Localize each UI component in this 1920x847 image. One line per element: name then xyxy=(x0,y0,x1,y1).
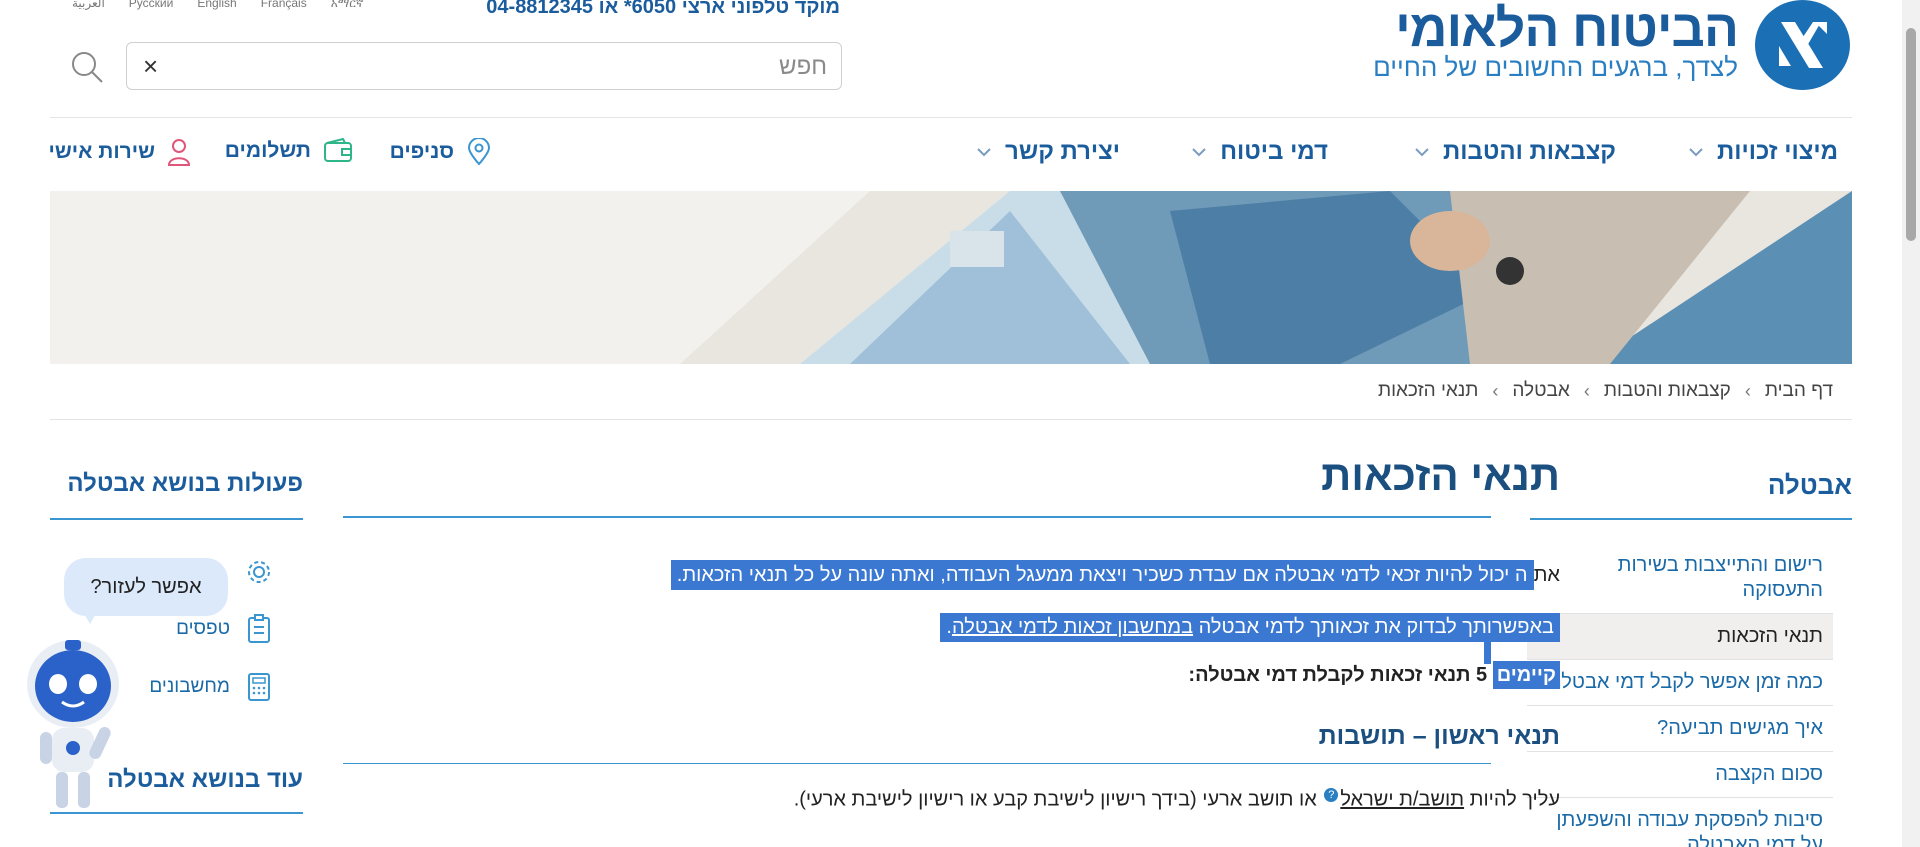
sidebar-title[interactable]: אבטלה xyxy=(1768,470,1852,501)
residency-paragraph: עליך להיות תושב/ת ישראל? או תושב ארעי (ב… xyxy=(794,788,1560,812)
nav-branches[interactable]: סניפים xyxy=(390,138,492,166)
gear-icon xyxy=(248,561,270,583)
nav-payments[interactable]: תשלומים xyxy=(225,138,353,164)
logo-subtitle: לצדך, ברגעים החשובים של החיים xyxy=(1373,52,1738,82)
nav-benefits-label: קצבאות והטבות xyxy=(1443,138,1616,165)
actions-item-forms[interactable]: טפסים xyxy=(176,614,272,644)
chevron-down-icon xyxy=(977,148,991,157)
nav-contact-label: יצירת קשר xyxy=(1005,138,1120,165)
clear-search-button[interactable]: × xyxy=(143,51,158,81)
sidebar-item-registration[interactable]: רישום והתייצבות בשירות התעסוקה xyxy=(1527,543,1833,614)
clipboard-icon xyxy=(248,614,270,643)
nav-branches-label: סניפים xyxy=(389,140,454,163)
chevron-left-icon: › xyxy=(1492,380,1499,401)
nav-insurance-fees[interactable]: דמי ביטוח xyxy=(1190,138,1328,166)
intro-paragraph: אתה יכול להיות זכאי לדמי אבטלה אם עבדת כ… xyxy=(670,560,1560,590)
chevron-down-icon xyxy=(1415,148,1429,157)
lang-english[interactable]: English xyxy=(197,0,236,11)
site-logo[interactable]: הביטוח הלאומי לצדך, ברגעים החשובים של הח… xyxy=(1350,0,1850,96)
scrollbar-thumb[interactable] xyxy=(1906,28,1916,241)
sidebar-item-how-to-claim[interactable]: איך מגישים תביעה? xyxy=(1527,706,1833,752)
nav-rights-label: מיצוי זכויות xyxy=(1717,138,1838,165)
conditions-intro: קיימים 5 תנאי זכאות לקבלת דמי אבטלה: xyxy=(1188,661,1560,689)
intro-prefix: את xyxy=(1533,564,1560,586)
lang-russian[interactable]: Русский xyxy=(129,0,174,11)
calculator-paragraph: באפשרותך לבדוק את זכאותך לדמי אבטלה במחש… xyxy=(940,613,1560,642)
help-icon[interactable]: ? xyxy=(1324,788,1339,802)
nav-insurance-fees-label: דמי ביטוח xyxy=(1220,138,1328,165)
eligibility-calculator-link[interactable]: במחשבון זכאות לדמי אבטלה xyxy=(952,616,1193,638)
calculator-icon xyxy=(248,673,270,701)
selection-connector xyxy=(1484,638,1491,664)
chevron-left-icon: › xyxy=(1583,380,1590,401)
nav-contact[interactable]: יצירת קשר xyxy=(975,138,1120,166)
lang-arabic[interactable]: العربية xyxy=(72,0,105,11)
location-pin-icon xyxy=(467,138,491,166)
sidebar-item-termination-reasons[interactable]: סיבות להפסקת עבודה והשפעתן על דמי האבטלה xyxy=(1527,798,1833,847)
actions-item-calculators-label: מחשבונים xyxy=(149,676,230,697)
phone-hotline[interactable]: מוקד טלפוני ארצי 6050* או 04-8812345 xyxy=(486,0,840,19)
nav-personal-service[interactable]: שירות אישי xyxy=(49,138,192,166)
chat-bubble-tail xyxy=(82,610,98,624)
actions-item-settings[interactable] xyxy=(229,558,273,586)
residency-rest: או תושב ארעי (בידך רישיון לישיבת קבע או … xyxy=(793,788,1323,811)
page-title: תנאי הזכאות xyxy=(1321,452,1560,499)
sidebar-item-eligibility[interactable]: תנאי הזכאות xyxy=(1527,614,1833,660)
nav-payments-label: תשלומים xyxy=(224,139,311,162)
actions-underline xyxy=(50,518,303,520)
section-title-residency: תנאי ראשון – תושבות xyxy=(1318,722,1560,750)
header-divider xyxy=(50,117,1852,118)
conditions-rest: 5 תנאי זכאות לקבלת דמי אבטלה: xyxy=(1188,664,1493,686)
user-icon xyxy=(167,139,191,166)
israeli-resident-link[interactable]: תושב/ת ישראל xyxy=(1340,789,1464,811)
wallet-icon xyxy=(324,138,352,162)
chevron-down-icon xyxy=(1689,148,1703,157)
sidebar-nav: רישום והתייצבות בשירות התעסוקה תנאי הזכא… xyxy=(1527,543,1833,847)
chevron-down-icon xyxy=(1192,148,1206,157)
nav-personal-service-label: שירות אישי xyxy=(48,140,156,163)
search-input[interactable]: חפש × xyxy=(126,42,842,90)
breadcrumb-benefits[interactable]: קצבאות והטבות xyxy=(1604,380,1731,402)
breadcrumb: דף הבית › קצבאות והטבות › אבטלה › תנאי ה… xyxy=(1378,380,1833,402)
logo-emblem-icon xyxy=(1755,0,1850,90)
search-icon[interactable] xyxy=(70,50,104,84)
breadcrumb-unemployment[interactable]: אבטלה xyxy=(1512,380,1569,402)
search-placeholder: חפש xyxy=(779,53,827,80)
section-underline xyxy=(343,763,1491,764)
conditions-selected: קיימים xyxy=(1492,661,1560,689)
lang-french[interactable]: Français xyxy=(261,0,307,11)
language-links: العربية Русский English Français አማርኛ xyxy=(72,0,364,11)
breadcrumb-home[interactable]: דף הבית xyxy=(1765,380,1833,402)
intro-selected-text: ה יכול להיות זכאי לדמי אבטלה אם עבדת כשכ… xyxy=(670,560,1534,590)
calculator-text: באפשרותך לבדוק את זכאותך לדמי אבטלה xyxy=(1193,616,1554,638)
title-underline xyxy=(343,516,1491,518)
actions-title: פעולות בנושא אבטלה xyxy=(67,470,303,497)
actions-item-forms-label: טפסים xyxy=(176,618,230,639)
sidebar-item-duration[interactable]: כמה זמן אפשר לקבל דמי אבטלה? xyxy=(1527,660,1833,706)
lang-amharic[interactable]: አማርኛ xyxy=(331,0,364,11)
residency-prefix: עליך להיות xyxy=(1464,788,1560,811)
chevron-left-icon: › xyxy=(1744,380,1751,401)
chat-bubble[interactable]: אפשר לעזור? xyxy=(64,558,228,616)
sidebar-item-amount[interactable]: סכום הקצבה xyxy=(1527,752,1833,798)
nav-rights[interactable]: מיצוי זכויות xyxy=(1687,138,1838,166)
sidebar-title-underline xyxy=(1530,518,1852,520)
hero-banner xyxy=(50,191,1852,364)
nav-benefits[interactable]: קצבאות והטבות xyxy=(1413,138,1616,166)
breadcrumb-current: תנאי הזכאות xyxy=(1377,380,1479,401)
breadcrumb-divider xyxy=(50,419,1852,420)
logo-title: הביטוח הלאומי xyxy=(1395,0,1739,58)
robot-assistant-icon[interactable] xyxy=(18,636,128,816)
actions-item-calculators[interactable]: מחשבונים xyxy=(149,672,272,702)
